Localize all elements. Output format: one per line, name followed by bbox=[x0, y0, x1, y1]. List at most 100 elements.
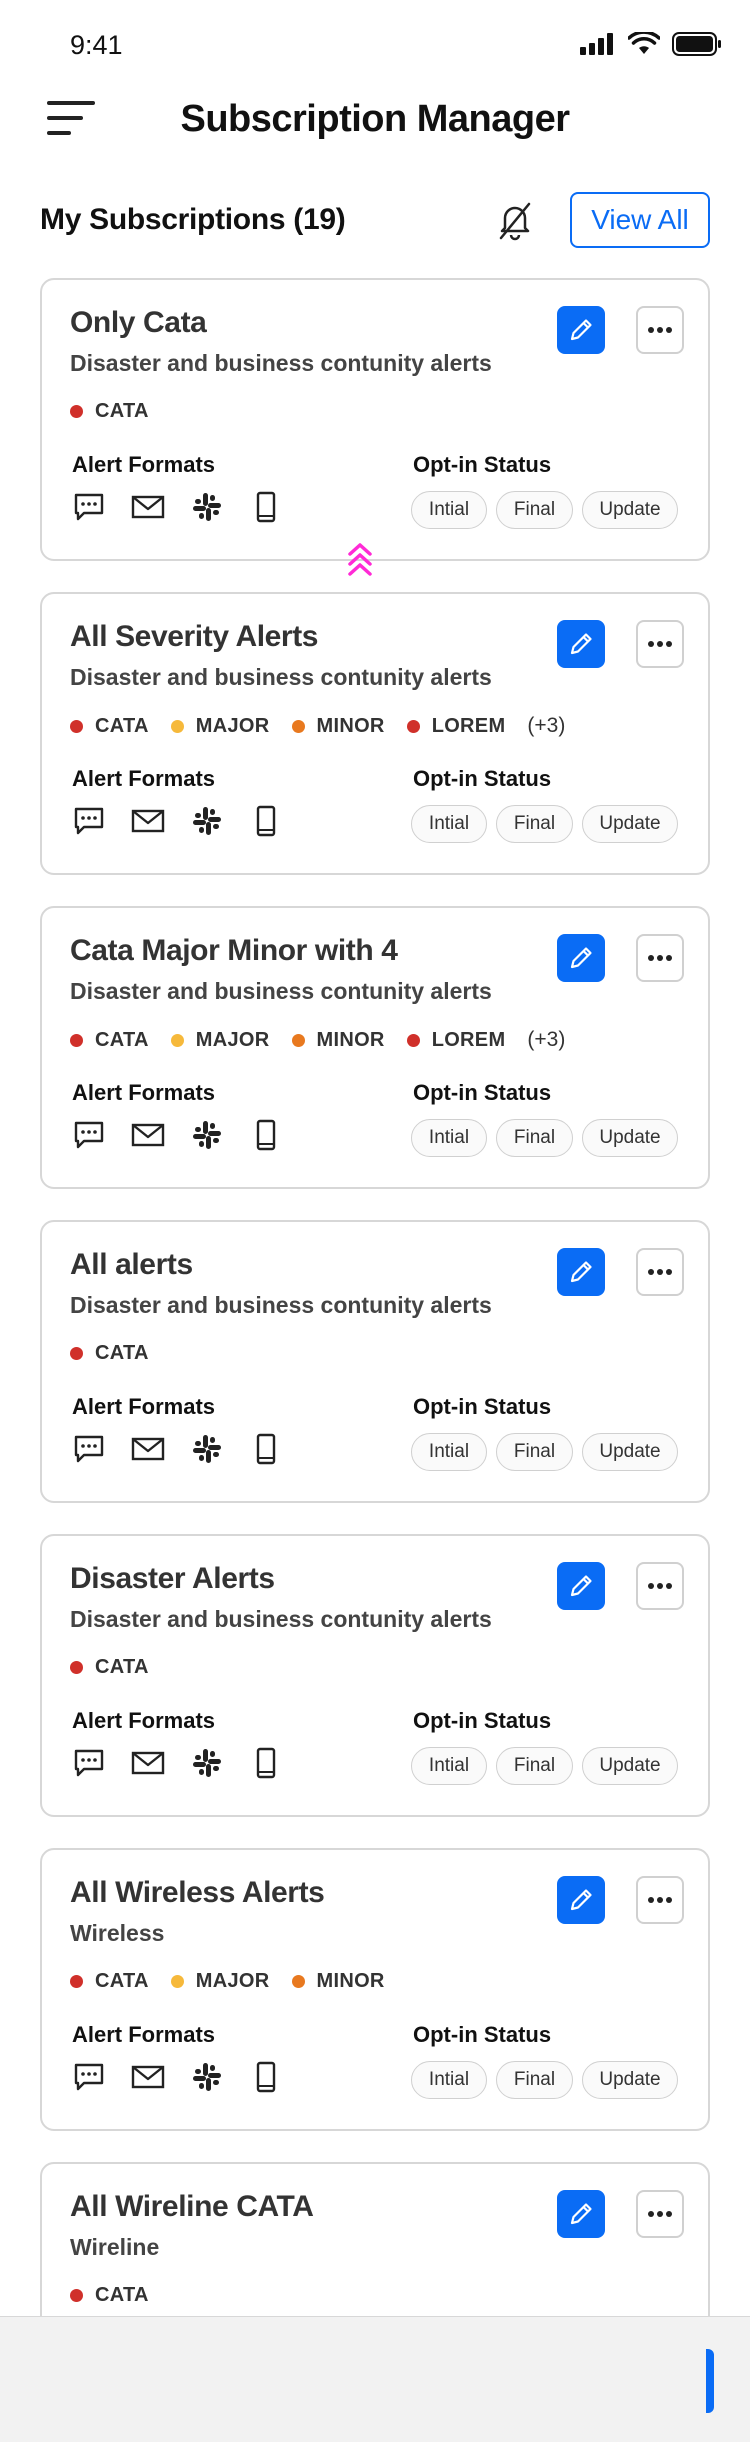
ellipsis-icon bbox=[648, 327, 672, 333]
optin-pill-initial[interactable]: Intial bbox=[411, 1747, 487, 1785]
edit-button[interactable] bbox=[557, 934, 605, 982]
severity-tag: MAJOR bbox=[170, 715, 270, 738]
optin-pill-update[interactable]: Update bbox=[582, 805, 678, 843]
card-title: All Wireline CATA bbox=[70, 2190, 314, 2223]
optin-pill-initial[interactable]: Intial bbox=[411, 491, 487, 529]
subscription-card[interactable]: All Wireless Alerts Wireless CATA MAJOR MI… bbox=[40, 1848, 710, 2131]
more-options-button[interactable] bbox=[636, 2190, 684, 2238]
severity-dot bbox=[406, 719, 420, 733]
sms-icon[interactable] bbox=[72, 804, 106, 838]
slack-icon[interactable] bbox=[190, 1432, 224, 1466]
mute-notifications-button[interactable] bbox=[493, 198, 537, 242]
optin-pill-update[interactable]: Update bbox=[582, 1747, 678, 1785]
slack-icon[interactable] bbox=[190, 2060, 224, 2094]
more-options-button[interactable] bbox=[636, 934, 684, 982]
card-subtitle: Disaster and business contunity alerts bbox=[70, 664, 492, 690]
severity-tag: MINOR bbox=[291, 1970, 385, 1993]
severity-dot bbox=[170, 1975, 184, 1988]
severity-tag: CATA bbox=[70, 400, 149, 423]
subscription-card[interactable]: Cata Major Minor with 4 Disaster and bus… bbox=[40, 906, 710, 1189]
slack-icon[interactable] bbox=[190, 1746, 224, 1780]
subscription-card[interactable]: All Severity Alerts Disaster and busines… bbox=[40, 592, 710, 875]
mobile-phone-icon[interactable] bbox=[249, 1118, 283, 1152]
email-icon[interactable] bbox=[131, 2060, 165, 2094]
mobile-phone-icon[interactable] bbox=[249, 2060, 283, 2094]
mobile-phone-icon[interactable] bbox=[249, 490, 283, 524]
ellipsis-icon bbox=[648, 2211, 672, 2217]
more-options-button[interactable] bbox=[636, 1248, 684, 1296]
optin-pill-final[interactable]: Final bbox=[496, 491, 573, 529]
optin-pill-final[interactable]: Final bbox=[496, 1747, 573, 1785]
severity-tag: MAJOR bbox=[170, 1970, 270, 1993]
scroll-up-icon[interactable] bbox=[347, 540, 373, 580]
optin-pill-final[interactable]: Final bbox=[496, 1119, 573, 1157]
edit-button[interactable] bbox=[557, 1876, 605, 1924]
more-options-button[interactable] bbox=[636, 620, 684, 668]
more-options-button[interactable] bbox=[636, 1562, 684, 1610]
severity-tag-label: MINOR bbox=[316, 1970, 385, 1992]
email-icon[interactable] bbox=[131, 1746, 165, 1780]
optin-status-label: Opt-in Status bbox=[413, 1394, 552, 1419]
optin-pill-final[interactable]: Final bbox=[496, 1433, 573, 1471]
sms-icon[interactable] bbox=[72, 1118, 106, 1152]
view-all-button[interactable]: View All bbox=[570, 192, 710, 248]
sms-icon[interactable] bbox=[72, 2060, 106, 2094]
mobile-phone-icon[interactable] bbox=[249, 1746, 283, 1780]
optin-pill-final[interactable]: Final bbox=[496, 805, 573, 843]
optin-status-pills: Intial Final Update bbox=[411, 805, 687, 843]
optin-pill-final[interactable]: Final bbox=[496, 2061, 573, 2099]
status-bar: 9:41 bbox=[0, 0, 750, 86]
severity-tag-label: MINOR bbox=[316, 1028, 385, 1051]
optin-pill-update[interactable]: Update bbox=[582, 2061, 678, 2099]
mobile-phone-icon[interactable] bbox=[249, 804, 283, 838]
optin-pill-initial[interactable]: Intial bbox=[411, 805, 487, 843]
pencil-icon bbox=[570, 947, 592, 969]
sms-icon[interactable] bbox=[72, 1746, 106, 1780]
optin-pill-update[interactable]: Update bbox=[582, 1119, 678, 1157]
edit-button[interactable] bbox=[557, 306, 605, 354]
severity-tag-label: CATA bbox=[95, 714, 149, 737]
slack-icon[interactable] bbox=[190, 1118, 224, 1152]
optin-pill-initial[interactable]: Intial bbox=[411, 1119, 487, 1157]
sms-icon[interactable] bbox=[72, 490, 106, 524]
sms-icon[interactable] bbox=[72, 1432, 106, 1466]
alert-formats-label: Alert Formats bbox=[72, 452, 216, 477]
edit-button[interactable] bbox=[557, 2190, 605, 2238]
severity-tag-label: MAJOR bbox=[195, 1970, 270, 1992]
slack-icon[interactable] bbox=[190, 804, 224, 838]
card-subtitle: Wireless bbox=[70, 1920, 165, 1946]
subscription-card[interactable]: Only Cata Disaster and business contunit… bbox=[40, 278, 710, 561]
optin-pill-update[interactable]: Update bbox=[582, 1433, 678, 1471]
optin-pill-initial[interactable]: Intial bbox=[411, 2061, 487, 2099]
ellipsis-icon bbox=[648, 1583, 672, 1589]
severity-dot bbox=[170, 1033, 184, 1047]
status-icons bbox=[580, 32, 722, 56]
page-title: Subscription Manager bbox=[180, 98, 570, 140]
more-options-button[interactable] bbox=[636, 1876, 684, 1924]
more-tags-count[interactable]: (+3) bbox=[527, 714, 565, 738]
alert-formats bbox=[72, 2060, 308, 2094]
optin-status-label: Opt-in Status bbox=[413, 452, 552, 477]
bottom-action-button[interactable] bbox=[706, 2349, 714, 2413]
optin-pill-update[interactable]: Update bbox=[582, 491, 678, 529]
email-icon[interactable] bbox=[131, 1432, 165, 1466]
email-icon[interactable] bbox=[131, 1118, 165, 1152]
email-icon[interactable] bbox=[131, 490, 165, 524]
subscription-card[interactable]: All alerts Disaster and business contuni… bbox=[40, 1220, 710, 1503]
severity-dot bbox=[70, 1347, 83, 1360]
more-options-button[interactable] bbox=[636, 306, 684, 354]
edit-button[interactable] bbox=[557, 1562, 605, 1610]
severity-dot bbox=[70, 1661, 83, 1674]
edit-button[interactable] bbox=[557, 1248, 605, 1296]
email-icon[interactable] bbox=[131, 804, 165, 838]
optin-pill-initial[interactable]: Intial bbox=[411, 1433, 487, 1471]
alert-formats bbox=[72, 1118, 308, 1152]
more-tags-count[interactable]: (+3) bbox=[527, 1028, 565, 1052]
edit-button[interactable] bbox=[557, 620, 605, 668]
subscription-list: Only Cata Disaster and business contunit… bbox=[40, 278, 710, 2442]
severity-dot bbox=[291, 1033, 305, 1047]
slack-icon[interactable] bbox=[190, 490, 224, 524]
severity-tag-label: MAJOR bbox=[195, 1028, 270, 1051]
subscription-card[interactable]: Disaster Alerts Disaster and business co… bbox=[40, 1534, 710, 1817]
mobile-phone-icon[interactable] bbox=[249, 1432, 283, 1466]
